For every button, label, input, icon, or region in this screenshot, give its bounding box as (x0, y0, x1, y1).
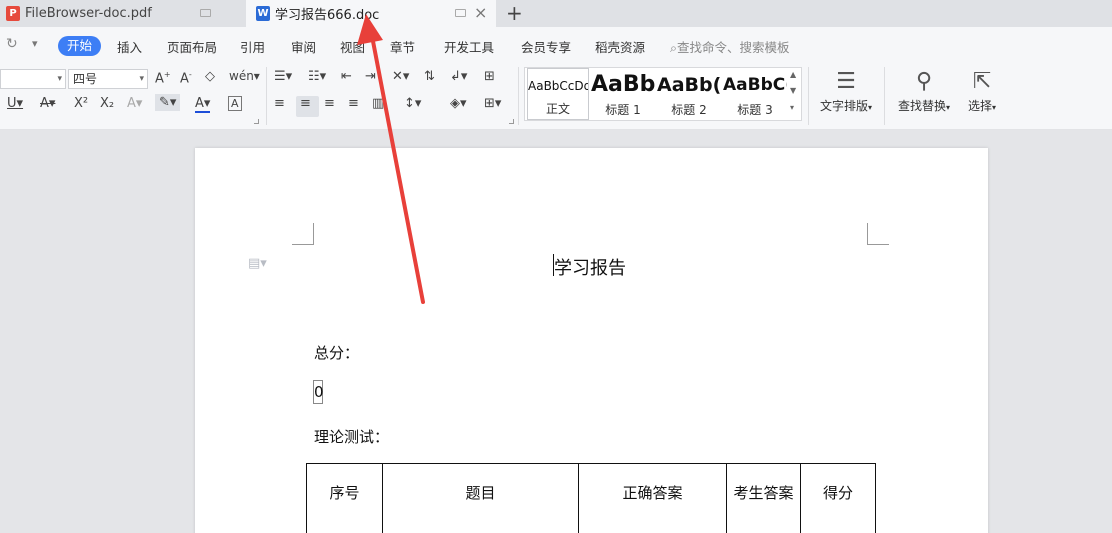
annotation-arrow-head (357, 14, 383, 45)
annotation-arrow (357, 14, 425, 304)
annotation-arrow-shaft (370, 34, 425, 304)
